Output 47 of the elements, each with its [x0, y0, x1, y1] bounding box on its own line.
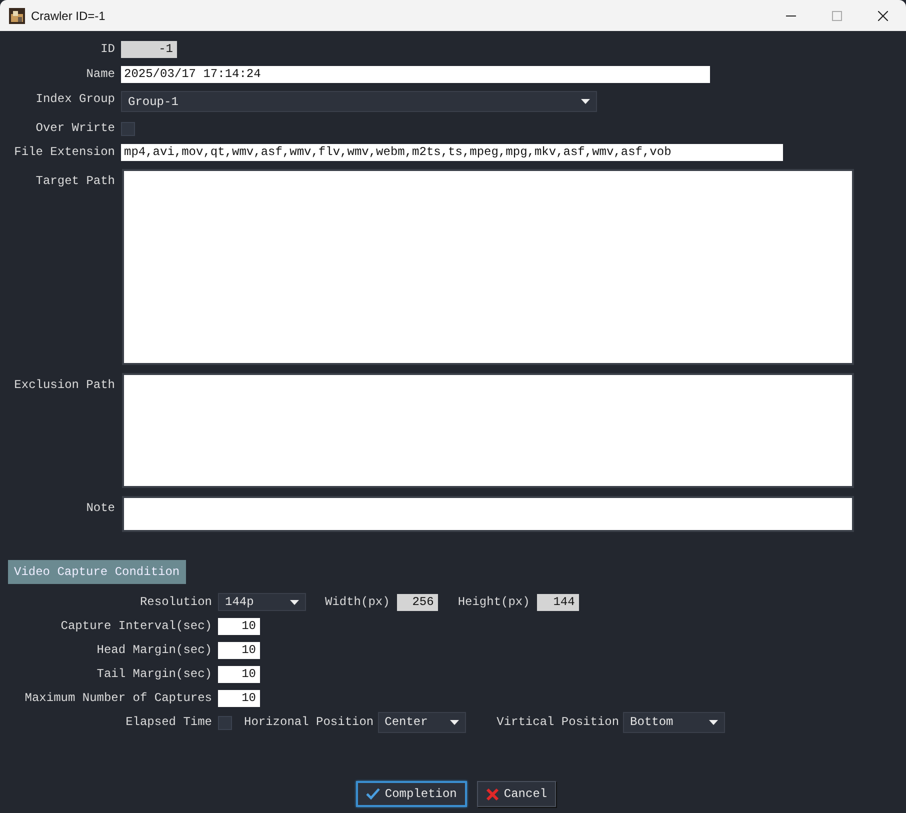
- text-field[interactable]: mp4,avi,mov,qt,wmv,asf,wmv,flv,wmv,webm,m2ts,ts,mpeg,mpg,mkv,asf,wmv,asf,vob: [121, 144, 783, 161]
- readonly-field: 144: [536, 594, 579, 610]
- field-label: Target Path: [34, 173, 115, 190]
- field-label: Elapsed Time: [124, 715, 212, 729]
- field-label: Index Group: [34, 91, 115, 108]
- cancel-button[interactable]: Cancel: [476, 781, 556, 807]
- field-label: Virtical Position: [496, 715, 620, 729]
- dropdown[interactable]: 144p: [218, 593, 306, 611]
- number-field[interactable]: 10: [218, 618, 260, 634]
- caret-icon: [581, 99, 590, 104]
- field-label: Maximum Number of Captures: [24, 691, 212, 705]
- field-label: Note: [85, 500, 115, 517]
- field-label: Height(px): [458, 595, 530, 609]
- completion-button[interactable]: Completion: [356, 781, 467, 807]
- caret-icon: [290, 600, 299, 604]
- field-label: Width(px): [325, 595, 390, 609]
- readonly-field: 256: [396, 594, 438, 610]
- number-field[interactable]: 10: [218, 690, 260, 706]
- caret-icon: [709, 720, 718, 724]
- caret-icon: [450, 720, 459, 724]
- text-field[interactable]: 2025/03/17 17:14:24: [121, 66, 710, 83]
- field-label: Capture Interval(sec): [60, 619, 212, 633]
- number-field[interactable]: 10: [218, 642, 260, 658]
- field-label: Resolution: [138, 595, 212, 609]
- text-area[interactable]: [122, 496, 854, 532]
- window-title: Crawler ID=-1: [31, 8, 106, 22]
- dropdown[interactable]: Bottom: [623, 712, 726, 732]
- checkbox[interactable]: [121, 122, 135, 136]
- x-icon: [486, 788, 499, 800]
- field-label: ID: [100, 41, 115, 58]
- field-label: Name: [85, 66, 115, 83]
- close-icon[interactable]: [878, 10, 888, 20]
- text-area[interactable]: [122, 169, 854, 365]
- readonly-field: -1: [121, 41, 177, 58]
- checkmark-icon: [366, 788, 380, 800]
- field-label: Exclusion Path: [13, 377, 115, 394]
- dropdown[interactable]: Group-1: [121, 91, 597, 112]
- field-label: Horizonal Position: [244, 715, 374, 729]
- number-field[interactable]: 10: [218, 666, 260, 682]
- field-label: Head Margin(sec): [96, 643, 212, 657]
- field-label: Over Wrirte: [34, 120, 115, 136]
- app-icon: [9, 8, 25, 24]
- field-label: Tail Margin(sec): [96, 667, 212, 681]
- dropdown[interactable]: Center: [378, 712, 466, 732]
- field-label: File Extension: [13, 144, 115, 161]
- text-area[interactable]: [122, 373, 854, 488]
- checkbox[interactable]: [218, 716, 232, 730]
